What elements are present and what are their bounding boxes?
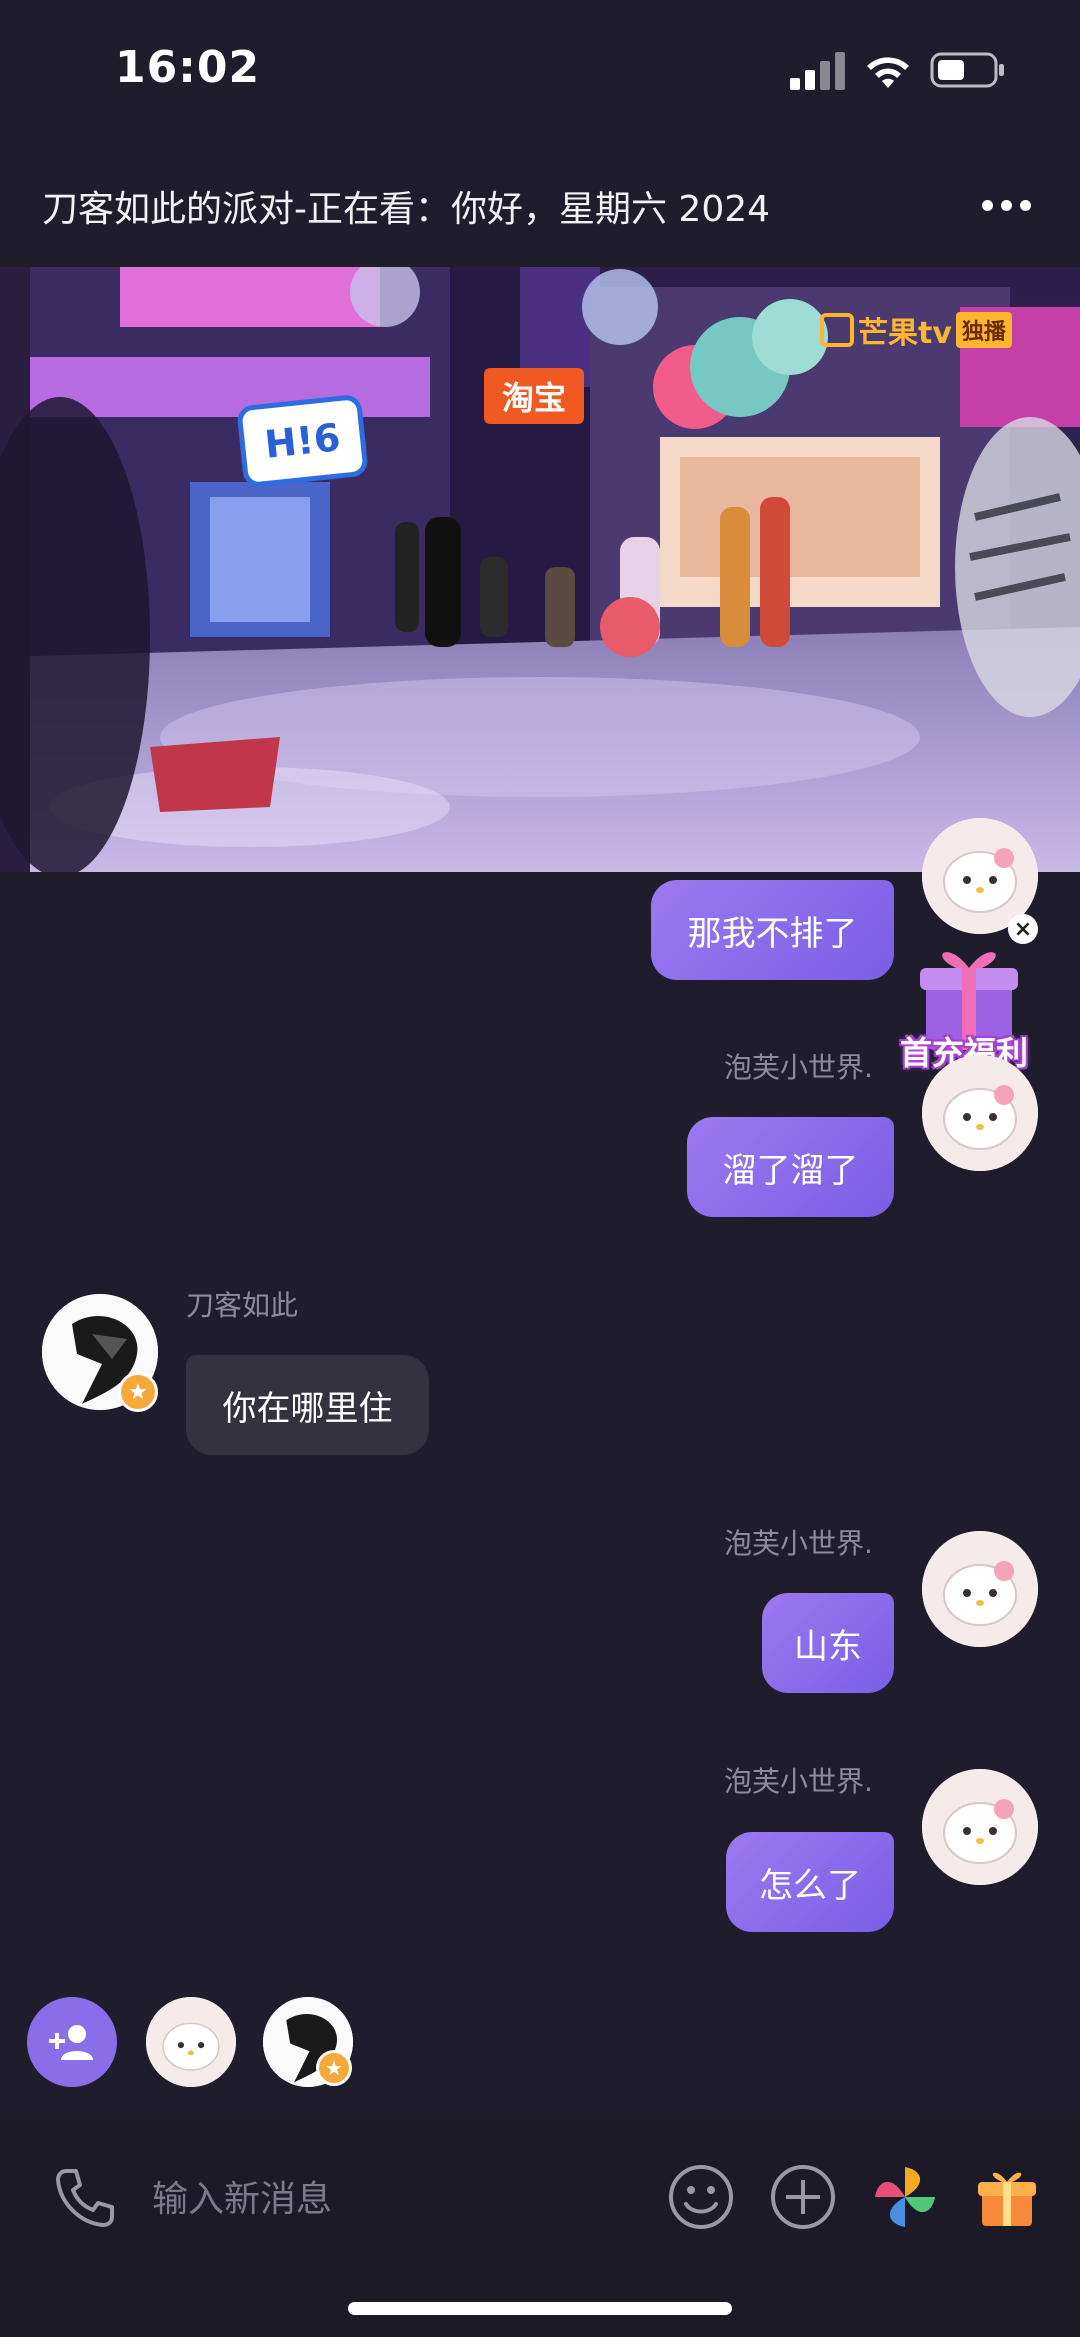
channel-logo-icon bbox=[820, 313, 854, 347]
plus-icon[interactable] bbox=[768, 2162, 838, 2232]
gift-icon[interactable] bbox=[972, 2162, 1042, 2232]
dot-icon bbox=[982, 199, 993, 211]
battery-icon bbox=[930, 52, 1004, 88]
message-bubble[interactable]: 你在哪里住 bbox=[186, 1355, 429, 1455]
dot-icon bbox=[1001, 199, 1012, 211]
video-player[interactable]: H!6 淘宝 芒果tv 独播 bbox=[0, 267, 1080, 872]
cellular-signal-icon bbox=[790, 52, 845, 90]
message-bubble[interactable]: 山东 bbox=[762, 1593, 894, 1693]
pinwheel-icon[interactable] bbox=[870, 2162, 940, 2232]
kitty-avatar-icon bbox=[922, 1531, 1038, 1647]
promo-close-button[interactable]: × bbox=[1008, 914, 1038, 944]
message-bubble[interactable]: 怎么了 bbox=[726, 1832, 894, 1932]
wifi-icon bbox=[867, 57, 909, 88]
channel-logo-tag: 独播 bbox=[955, 312, 1012, 348]
sender-name: 刀客如此 bbox=[186, 1289, 299, 1322]
channel-logo-text: 芒果tv bbox=[858, 316, 952, 351]
avatar-paofu[interactable] bbox=[922, 1055, 1038, 1171]
more-options-button[interactable] bbox=[982, 190, 1042, 220]
avatar-paofu[interactable] bbox=[922, 1531, 1038, 1647]
room-title: 刀客如此的派对-正在看：你好，星期六 2024 bbox=[42, 189, 771, 230]
add-member-button[interactable] bbox=[27, 1997, 117, 2087]
sender-name: 泡芙小世界. bbox=[724, 1051, 873, 1084]
kitty-avatar-icon bbox=[922, 1769, 1038, 1885]
member-avatar-paofu[interactable] bbox=[146, 1997, 236, 2087]
sender-name: 泡芙小世界. bbox=[724, 1527, 873, 1560]
dot-icon bbox=[1020, 199, 1031, 211]
sender-name: 泡芙小世界. bbox=[724, 1765, 873, 1798]
vip-star-badge-icon: ★ bbox=[316, 2050, 352, 2086]
phone-icon[interactable] bbox=[52, 2165, 118, 2231]
video-frame bbox=[0, 267, 1080, 872]
message-bubble[interactable]: 那我不排了 bbox=[651, 880, 894, 980]
status-time: 16:02 bbox=[115, 42, 261, 93]
vip-star-badge-icon: ★ bbox=[118, 1372, 158, 1412]
message-input[interactable] bbox=[150, 2168, 634, 2230]
video-sign-taobao: 淘宝 bbox=[484, 368, 584, 424]
add-user-icon bbox=[49, 2025, 93, 2060]
emoji-icon[interactable] bbox=[666, 2162, 736, 2232]
video-sign-h6: H!6 bbox=[236, 393, 369, 489]
avatar-paofu[interactable] bbox=[922, 1769, 1038, 1885]
message-bubble[interactable]: 溜了溜了 bbox=[687, 1117, 894, 1217]
channel-logo: 芒果tv 独播 bbox=[820, 308, 1012, 352]
home-indicator[interactable] bbox=[348, 2302, 732, 2315]
kitty-avatar-icon bbox=[922, 1055, 1038, 1171]
status-bar: 16:02 bbox=[0, 0, 1080, 150]
kitty-avatar-icon bbox=[146, 1997, 236, 2087]
